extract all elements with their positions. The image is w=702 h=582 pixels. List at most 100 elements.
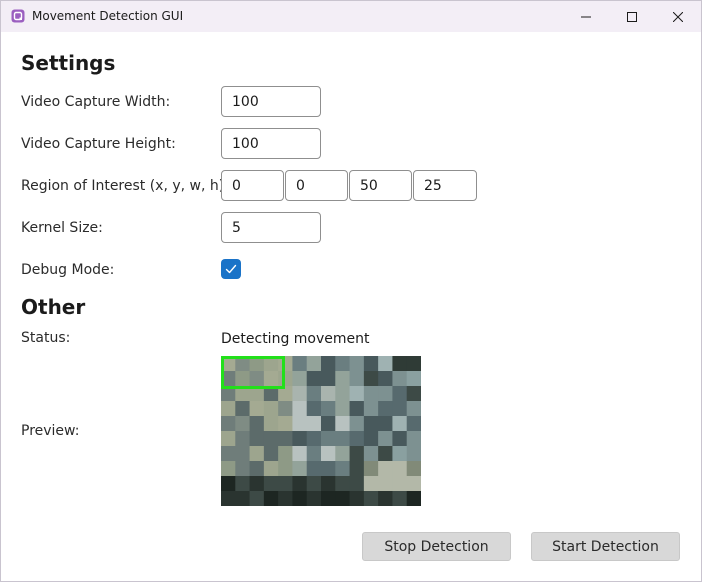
preview-pixel	[306, 491, 322, 506]
roi-h-input[interactable]	[413, 170, 477, 201]
maximize-button[interactable]	[609, 1, 655, 32]
preview-pixel	[392, 386, 408, 402]
minimize-button[interactable]	[563, 1, 609, 32]
preview-pixel	[292, 431, 308, 447]
preview-pixel	[263, 401, 279, 417]
preview-pixel	[392, 416, 408, 432]
preview-pixel	[292, 476, 308, 492]
preview-pixel	[292, 461, 308, 477]
preview-pixel	[392, 401, 408, 417]
preview-pixel	[278, 431, 293, 447]
preview-pixel	[363, 461, 379, 477]
title-bar[interactable]: Movement Detection GUI	[1, 1, 701, 32]
preview-pixel	[392, 461, 408, 477]
preview-pixel	[263, 491, 279, 506]
preview-pixel	[235, 431, 251, 447]
minimize-icon	[581, 16, 591, 17]
preview-pixel	[378, 416, 393, 432]
preview-pixel	[363, 401, 379, 417]
preview-pixel	[392, 476, 408, 492]
preview-pixel	[278, 461, 293, 477]
debug-mode-label: Debug Mode:	[21, 262, 115, 278]
preview-pixel	[335, 461, 351, 477]
preview-pixel	[321, 416, 336, 432]
preview-pixel	[235, 461, 251, 477]
video-height-input[interactable]	[221, 128, 321, 159]
preview-pixel	[263, 476, 279, 492]
preview-pixel	[378, 461, 393, 477]
preview-pixel	[363, 446, 379, 462]
preview-pixel	[292, 491, 308, 506]
preview-pixel	[292, 371, 308, 387]
video-width-input[interactable]	[221, 86, 321, 117]
preview-pixel	[363, 371, 379, 387]
preview-pixel	[263, 371, 279, 387]
preview-pixel	[363, 416, 379, 432]
preview-pixel	[349, 491, 365, 506]
roi-y-input[interactable]	[285, 170, 348, 201]
preview-pixel	[392, 491, 408, 506]
preview-pixel	[306, 401, 322, 417]
stop-detection-button[interactable]: Stop Detection	[362, 532, 511, 561]
preview-pixel	[349, 356, 365, 372]
camera-preview-image	[221, 356, 421, 506]
preview-pixel	[349, 401, 365, 417]
preview-pixel	[292, 356, 308, 372]
preview-pixel	[306, 416, 322, 432]
preview-pixel	[249, 446, 265, 462]
preview-pixel	[306, 386, 322, 402]
preview-pixel	[321, 401, 336, 417]
close-button[interactable]	[655, 1, 701, 32]
preview-pixel	[278, 416, 293, 432]
preview-pixel	[249, 476, 265, 492]
maximize-icon	[627, 11, 637, 22]
preview-pixel	[378, 476, 393, 492]
preview-pixel	[263, 461, 279, 477]
preview-pixel	[235, 416, 251, 432]
preview-pixel	[349, 446, 365, 462]
kernel-size-input[interactable]	[221, 212, 321, 243]
preview-pixel	[392, 371, 408, 387]
close-icon	[673, 11, 683, 22]
roi-w-input[interactable]	[349, 170, 412, 201]
preview-pixel	[378, 491, 393, 506]
preview-pixel	[306, 431, 322, 447]
debug-mode-checkbox[interactable]	[221, 259, 241, 279]
preview-pixel	[378, 446, 393, 462]
start-detection-button[interactable]: Start Detection	[531, 532, 680, 561]
preview-pixel	[249, 431, 265, 447]
preview-pixel	[292, 446, 308, 462]
roi-x-input[interactable]	[221, 170, 284, 201]
preview-pixel	[335, 431, 351, 447]
preview-pixel	[278, 401, 293, 417]
app-window: Movement Detection GUI Settings Video Ca…	[0, 0, 702, 582]
preview-pixel	[263, 446, 279, 462]
preview-pixel	[335, 491, 351, 506]
preview-pixel	[249, 461, 265, 477]
preview-pixel	[321, 461, 336, 477]
preview-pixel	[363, 356, 379, 372]
preview-pixel	[235, 401, 251, 417]
preview-pixel	[292, 401, 308, 417]
preview-pixel	[278, 371, 293, 387]
preview-pixel	[235, 446, 251, 462]
preview-pixel	[321, 356, 336, 372]
preview-pixel	[292, 416, 308, 432]
preview-pixel	[349, 461, 365, 477]
preview-pixel	[406, 401, 421, 417]
preview-pixel	[321, 446, 336, 462]
preview-pixel	[221, 491, 236, 506]
video-width-label: Video Capture Width:	[21, 94, 171, 110]
preview-pixel	[406, 446, 421, 462]
preview-pixel	[249, 371, 265, 387]
preview-pixel	[278, 476, 293, 492]
preview-pixel	[349, 476, 365, 492]
preview-pixel	[349, 416, 365, 432]
preview-pixel	[306, 356, 322, 372]
preview-label: Preview:	[21, 423, 80, 439]
video-height-label: Video Capture Height:	[21, 136, 176, 152]
preview-pixel	[263, 416, 279, 432]
preview-pixel	[321, 431, 336, 447]
preview-pixel	[221, 401, 236, 417]
preview-pixel	[392, 446, 408, 462]
